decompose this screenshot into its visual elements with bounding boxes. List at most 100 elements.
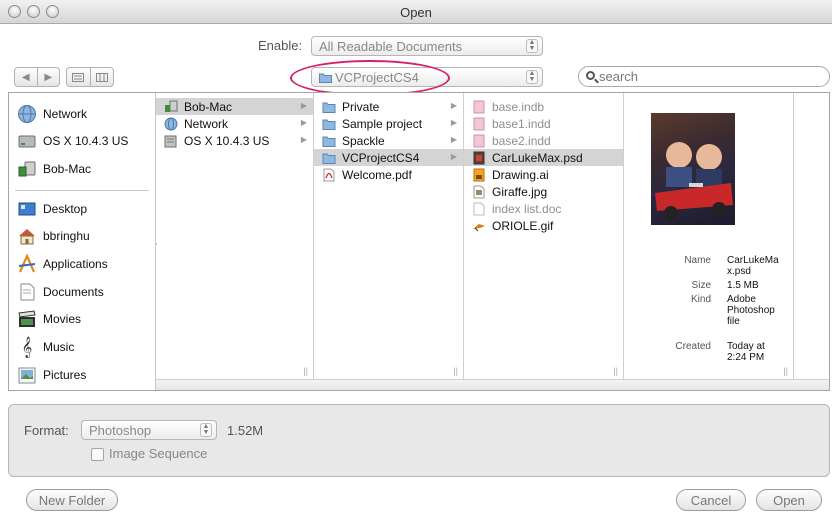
disclosure-arrow-icon: ▶ bbox=[300, 101, 307, 110]
column-resize-marker-icon: ˄ bbox=[156, 238, 157, 248]
sidebar-item-network[interactable]: Network bbox=[17, 102, 87, 126]
search-field[interactable]: search bbox=[578, 66, 830, 87]
sidebar-item-disk[interactable]: OS X 10.4.3 US bbox=[17, 129, 128, 153]
enable-popup-value: All Readable Documents bbox=[319, 39, 463, 54]
column-row-network[interactable]: Network ▶ bbox=[156, 115, 313, 132]
popup-arrows-icon: ▲ ▼ bbox=[200, 423, 212, 437]
column-row-base2-indd[interactable]: base2.indd bbox=[464, 132, 623, 149]
column-row-vcprojectcs4[interactable]: VCProjectCS4 ▶ bbox=[314, 149, 463, 166]
column-row-label: CarLukeMax.psd bbox=[492, 150, 583, 165]
column-resize-grip[interactable]: || bbox=[613, 366, 618, 376]
sidebar-item-home[interactable]: bbringhu bbox=[17, 224, 90, 248]
movies-icon bbox=[17, 309, 37, 329]
column-row-label: Drawing.ai bbox=[492, 167, 549, 182]
image-sequence-checkbox[interactable] bbox=[91, 448, 104, 461]
sidebar-divider bbox=[15, 190, 149, 191]
format-label: Format: bbox=[24, 423, 69, 438]
sidebar-item-desktop[interactable]: Desktop bbox=[17, 197, 87, 221]
image-sequence-label: Image Sequence bbox=[109, 446, 208, 461]
pdf-icon bbox=[322, 168, 336, 182]
column-row-label: base1.indd bbox=[492, 116, 551, 131]
sidebar-item-label: Applications bbox=[43, 257, 108, 271]
column-row-label: Welcome.pdf bbox=[342, 167, 412, 182]
computer-icon bbox=[17, 159, 37, 179]
indesign-book-icon bbox=[472, 100, 486, 114]
search-icon bbox=[586, 71, 595, 80]
sidebar-item-music[interactable]: 𝄞 Music bbox=[17, 335, 75, 359]
column-resize-grip[interactable]: || bbox=[303, 366, 308, 376]
preview-created-label: Created bbox=[675, 341, 711, 352]
column-row-label: OS X 10.4.3 US bbox=[184, 133, 270, 148]
format-file-size: 1.52M bbox=[227, 423, 264, 438]
new-folder-button[interactable]: New Folder bbox=[26, 489, 118, 511]
horizontal-scrollbar[interactable] bbox=[156, 379, 829, 390]
forward-button[interactable]: ▶ bbox=[36, 68, 60, 86]
column-row-label: Network bbox=[184, 116, 229, 131]
column-row-carlukemax-psd[interactable]: CarLukeMax.psd bbox=[464, 149, 623, 166]
disclosure-arrow-icon: ▶ bbox=[450, 101, 457, 110]
column-row-spackle[interactable]: Spackle ▶ bbox=[314, 132, 463, 149]
hard-disk-icon bbox=[164, 134, 178, 148]
preview-image bbox=[655, 142, 733, 220]
window-title: Open bbox=[400, 5, 432, 20]
sidebar-item-pictures[interactable]: Pictures bbox=[17, 363, 86, 387]
popup-arrows-icon: ▲ ▼ bbox=[526, 39, 538, 53]
disclosure-arrow-icon: ▶ bbox=[450, 135, 457, 144]
preview-size-label: Size bbox=[691, 280, 711, 291]
pictures-icon bbox=[17, 365, 37, 385]
open-button[interactable]: Open bbox=[756, 489, 822, 511]
enable-label: Enable: bbox=[258, 38, 303, 53]
back-arrow-icon: ◀ bbox=[21, 71, 30, 83]
sidebar-item-movies[interactable]: Movies bbox=[17, 307, 81, 331]
sidebar-item-documents[interactable]: Documents bbox=[17, 280, 104, 304]
image-file-icon bbox=[472, 185, 486, 199]
column-row-private[interactable]: Private ▶ bbox=[314, 98, 463, 115]
music-icon: 𝄞 bbox=[21, 336, 33, 358]
sidebar-item-applications[interactable]: Applications bbox=[17, 252, 108, 276]
column-resize-grip[interactable]: || bbox=[783, 366, 788, 376]
preview-thumbnail bbox=[651, 113, 735, 225]
cancel-button[interactable]: Cancel bbox=[676, 489, 746, 511]
browser-column-3: base.indb base1.indd base2.indd CarLukeM… bbox=[464, 93, 624, 379]
column-row-oriole-gif[interactable]: ORIOLE.gif bbox=[464, 217, 623, 234]
column-row-drawing-ai[interactable]: Drawing.ai bbox=[464, 166, 623, 183]
list-view-button[interactable] bbox=[67, 68, 90, 86]
column-row-label: base2.indd bbox=[492, 133, 551, 148]
column-resize-grip[interactable]: || bbox=[453, 366, 458, 376]
disclosure-arrow-icon: ▶ bbox=[300, 118, 307, 127]
back-button[interactable]: ◀ bbox=[15, 68, 37, 86]
browser-column-2: Private ▶ Sample project ▶ Spackle ▶ VCProj… bbox=[314, 93, 464, 379]
column-row-index-list-doc[interactable]: index list.doc bbox=[464, 200, 623, 217]
preview-size-value: 1.5 MB bbox=[727, 280, 759, 291]
sidebar-item-label: Desktop bbox=[43, 202, 88, 216]
column-row-base1-indd[interactable]: base1.indd bbox=[464, 115, 623, 132]
column-row-disk[interactable]: OS X 10.4.3 US ▶ bbox=[156, 132, 313, 149]
preview-created-value: Today at 2:24 PM bbox=[727, 341, 765, 363]
column-view-icon bbox=[95, 72, 108, 82]
browser-column-1: Bob-Mac ▶ Network ▶ OS X 10.4.3 US ▶ ˄ || bbox=[156, 93, 314, 379]
column-row-giraffe-jpg[interactable]: Giraffe.jpg bbox=[464, 183, 623, 200]
column-row-label: index list.doc bbox=[492, 201, 562, 216]
preview-column: Name CarLukeMax.psd Size 1.5 MB Kind Ado… bbox=[624, 93, 794, 379]
column-row-sample-project[interactable]: Sample project ▶ bbox=[314, 115, 463, 132]
column-row-bob-mac[interactable]: Bob-Mac ▶ bbox=[156, 98, 313, 115]
home-icon bbox=[17, 226, 37, 246]
sidebar-item-label: Movies bbox=[43, 312, 82, 326]
column-row-welcome-pdf[interactable]: Welcome.pdf bbox=[314, 166, 463, 183]
format-popup[interactable]: Photoshop ▲ ▼ bbox=[81, 420, 217, 440]
folder-icon bbox=[322, 151, 336, 165]
sidebar-item-label: Music bbox=[43, 340, 75, 354]
format-popup-value: Photoshop bbox=[89, 423, 152, 438]
sidebar-item-label: OS X 10.4.3 US bbox=[43, 134, 129, 148]
column-row-label: Private bbox=[342, 99, 380, 114]
photoshop-file-icon bbox=[472, 151, 486, 165]
column-row-base-indb[interactable]: base.indb bbox=[464, 98, 623, 115]
sidebar-item-label: Bob-Mac bbox=[43, 162, 92, 176]
enable-popup[interactable]: All Readable Documents ▲ ▼ bbox=[311, 36, 543, 56]
column-row-label: base.indb bbox=[492, 99, 545, 114]
sidebar-item-computer[interactable]: Bob-Mac bbox=[17, 157, 91, 181]
indesign-doc-icon bbox=[472, 117, 486, 131]
indesign-doc-icon bbox=[472, 134, 486, 148]
column-view-button[interactable] bbox=[89, 68, 114, 86]
file-browser: Network OS X 10.4.3 US Bob-Mac Desktop b… bbox=[8, 92, 830, 391]
